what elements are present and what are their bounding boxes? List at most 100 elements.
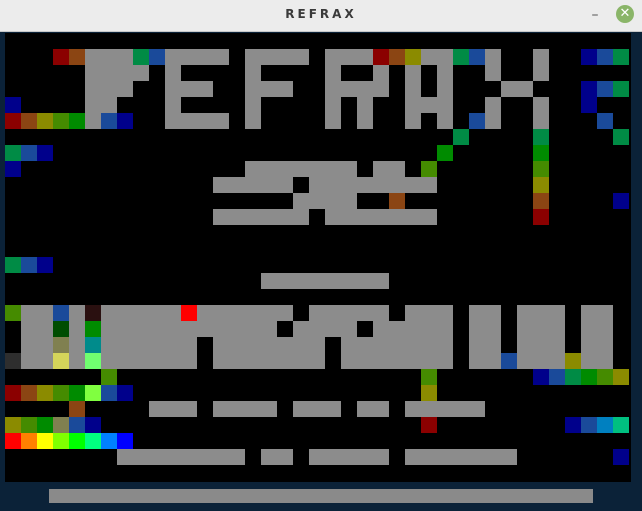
game-screen[interactable] [5,33,631,482]
colored-tile [21,257,37,273]
wall-block [165,81,213,97]
wall-block [325,49,373,65]
colored-tile [389,193,405,209]
palette-swatch [69,433,85,449]
colored-tile [21,417,37,433]
colored-tile [133,49,149,65]
wall-block [405,401,485,417]
wall-block [309,449,389,465]
colored-tile [549,369,565,385]
wall-block [485,97,501,129]
palette-swatch [101,433,117,449]
wall-block [357,97,373,129]
colored-tile [5,417,21,433]
colored-tile [533,369,549,385]
colored-tile [85,321,101,337]
wall-block [245,161,357,177]
wall-block [213,337,325,369]
wall-block [405,449,517,465]
palette-swatch [117,433,133,449]
title-bar[interactable]: REFRAX – ✕ [0,0,642,32]
colored-tile [5,305,21,321]
colored-tile [453,129,469,145]
colored-tile [69,385,85,401]
colored-tile [5,257,21,273]
colored-tile [613,49,629,65]
colored-tile [53,353,69,369]
colored-tile [565,353,581,369]
wall-block [373,321,405,337]
colored-tile [565,369,581,385]
wall-block [373,161,405,177]
wall-block [149,401,197,417]
wall-block [245,81,293,97]
colored-tile [37,257,53,273]
wall-block [101,305,181,321]
wall-block [213,401,277,417]
colored-tile [597,369,613,385]
game-window: REFRAX – ✕ [0,0,642,511]
colored-tile [85,305,101,321]
wall-block [261,449,293,465]
colored-tile [389,49,405,65]
wall-block [325,209,437,225]
colored-tile [53,49,69,65]
colored-tile [437,145,453,161]
colored-tile [21,145,37,161]
colored-tile [421,161,437,177]
wall-block [517,305,565,369]
wall-block [405,305,453,337]
wall-block [373,65,389,81]
colored-tile [37,385,53,401]
wall-block [533,49,549,81]
wall-block [101,81,133,97]
wall-block [357,401,389,417]
colored-tile [533,193,549,209]
colored-tile [533,129,549,145]
palette-swatch [5,433,21,449]
colored-tile [53,113,69,129]
wall-block [213,209,309,225]
colored-tile [85,353,101,369]
wall-block [101,97,117,113]
wall-block [85,49,133,81]
colored-tile [181,305,197,321]
colored-tile [117,113,133,129]
colored-tile [85,337,101,353]
colored-tile [613,449,629,465]
colored-tile [597,113,613,129]
wall-block [133,65,149,81]
colored-tile [581,97,597,113]
colored-tile [453,49,469,65]
colored-tile [69,49,85,65]
wall-block [533,97,549,129]
wall-block [325,65,341,129]
wall-block [69,305,85,369]
colored-tile [101,385,117,401]
minimize-button[interactable]: – [586,6,604,24]
status-bar [49,489,593,503]
colored-tile [53,305,69,321]
colored-tile [613,417,629,433]
palette-swatch [53,433,69,449]
colored-tile [373,49,389,65]
wall-block [213,177,293,193]
palette-swatch [37,433,53,449]
colored-tile [53,385,69,401]
colored-tile [565,417,581,433]
colored-tile [581,417,597,433]
wall-block [85,81,101,129]
colored-tile [613,81,629,97]
colored-tile [69,417,85,433]
colored-tile [37,145,53,161]
wall-block [197,321,277,337]
colored-tile [533,161,549,177]
close-button[interactable]: ✕ [616,5,634,23]
wall-block [21,305,53,369]
colored-tile [581,369,597,385]
colored-tile [581,81,597,97]
colored-tile [5,97,21,113]
colored-tile [533,209,549,225]
colored-tile [21,385,37,401]
wall-block [293,193,357,209]
